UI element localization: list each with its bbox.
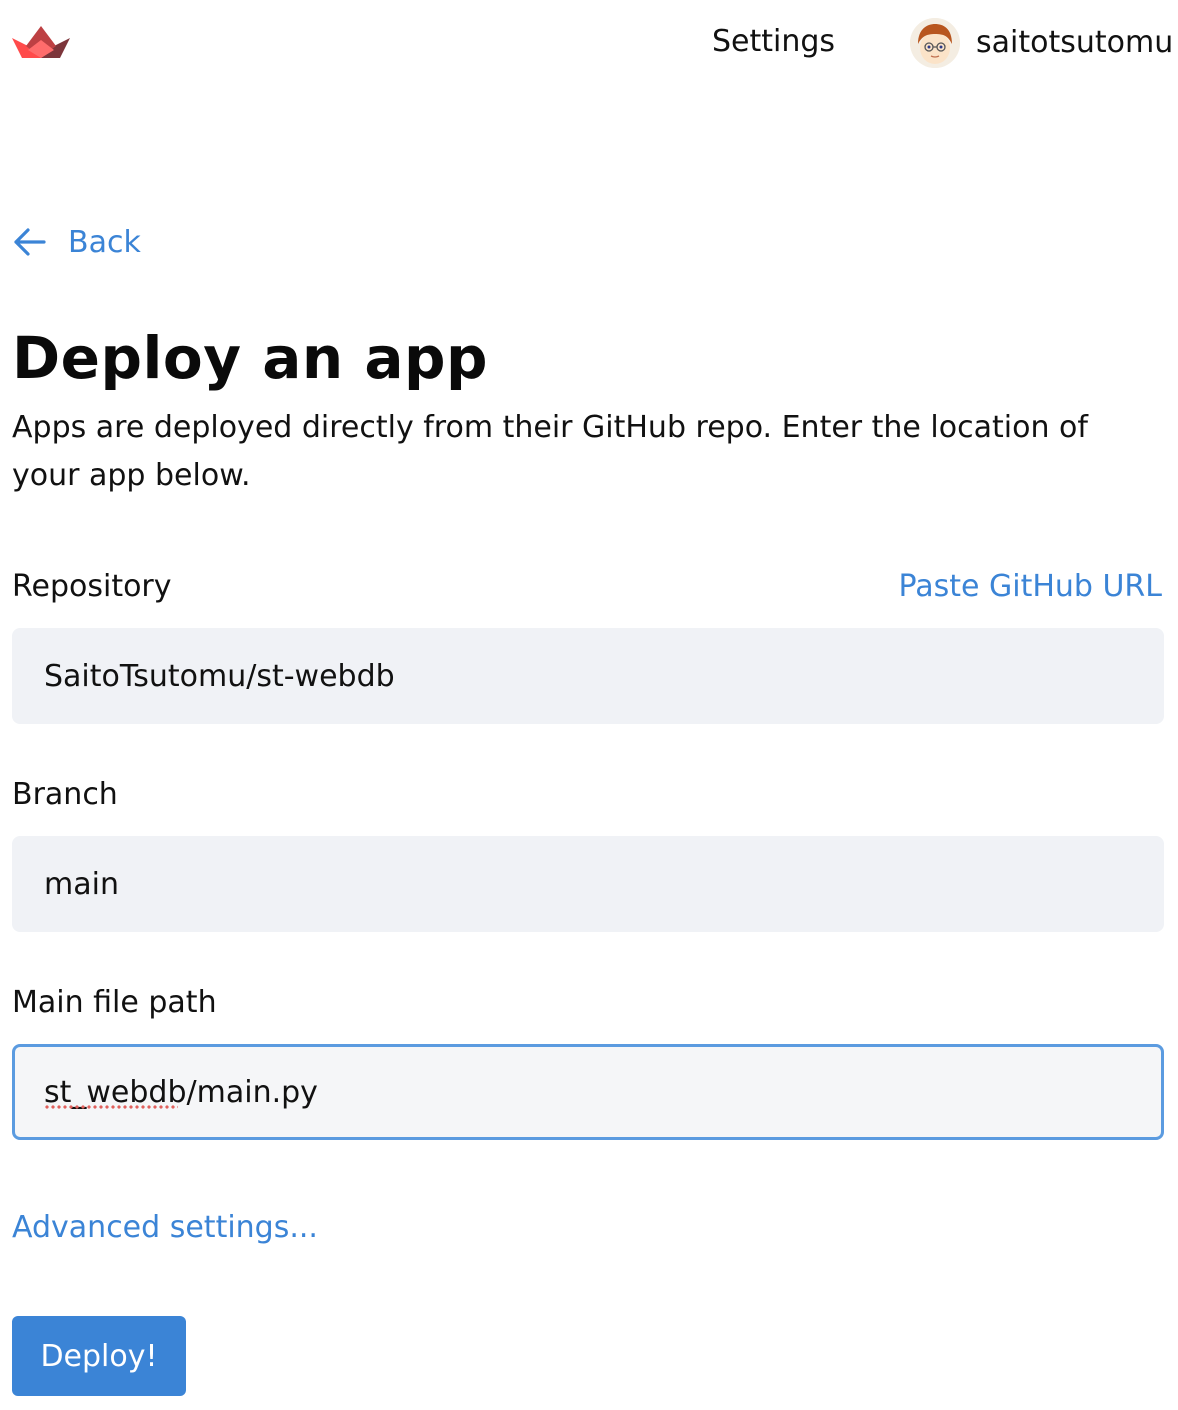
deploy-button[interactable]: Deploy! <box>12 1316 186 1396</box>
advanced-settings-link[interactable]: Advanced settings... <box>12 1206 318 1250</box>
back-link[interactable]: Back <box>12 220 141 264</box>
page-description: Apps are deployed directly from their Gi… <box>12 410 1088 493</box>
repository-label: Repository <box>12 569 172 604</box>
main-file-path-input[interactable] <box>12 1044 1164 1140</box>
user-avatar <box>910 18 960 68</box>
username: saitotsutomu <box>976 25 1174 60</box>
top-nav: Settings saitotsutomu <box>0 0 1178 84</box>
branch-label: Branch <box>12 777 118 812</box>
back-label: Back <box>68 224 141 260</box>
branch-input[interactable] <box>12 836 1164 932</box>
spellcheck-underline <box>44 1104 178 1110</box>
repository-input[interactable] <box>12 628 1164 724</box>
main-file-path-label: Main file path <box>12 985 217 1020</box>
arrow-left-icon <box>14 228 46 256</box>
paste-github-url-link[interactable]: Paste GitHub URL <box>898 567 1162 607</box>
user-menu[interactable]: saitotsutomu <box>910 18 1173 68</box>
page-title: Deploy an app <box>12 324 489 392</box>
streamlit-logo-icon[interactable] <box>12 26 70 58</box>
settings-link[interactable]: Settings <box>712 22 835 62</box>
